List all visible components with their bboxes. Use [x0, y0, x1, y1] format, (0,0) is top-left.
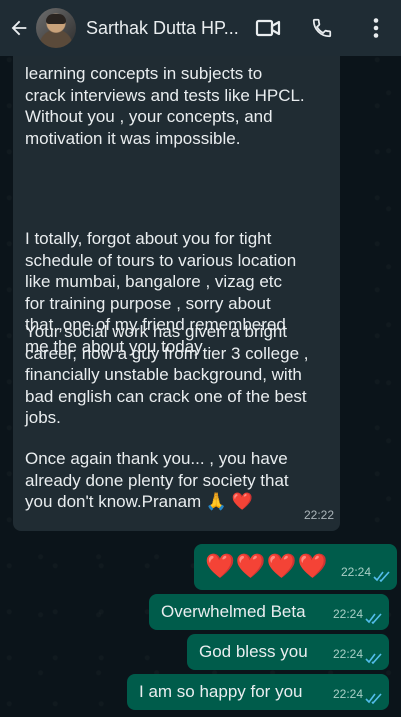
header-actions [255, 0, 401, 56]
outgoing-message[interactable]: I am so happy for you 22:24 [127, 674, 389, 710]
back-arrow-icon[interactable] [6, 15, 32, 41]
video-call-icon[interactable] [255, 15, 281, 41]
message-paragraph: Your social work has given a bright care… [25, 322, 309, 428]
phone-icon[interactable] [309, 15, 335, 41]
outgoing-message[interactable]: Overwhelmed Beta 22:24 [149, 594, 389, 630]
message-time: 22:24 [332, 607, 363, 622]
message-time: 22:22 [303, 508, 334, 523]
read-ticks-icon [373, 571, 390, 582]
read-ticks-icon [365, 693, 382, 704]
outgoing-message[interactable]: ❤️❤️❤️❤️ 22:24 [194, 544, 397, 590]
message-time: 22:24 [340, 565, 371, 580]
contact-name[interactable]: Sarthak Dutta HP... [86, 18, 256, 39]
outgoing-message[interactable]: God bless you 22:24 [187, 634, 389, 670]
message-time: 22:24 [332, 647, 363, 662]
message-text: ❤️❤️❤️❤️ [205, 553, 329, 580]
message-text: God bless you [199, 642, 308, 661]
message-text: I am so happy for you [139, 682, 303, 701]
read-ticks-icon [365, 613, 382, 624]
message-time: 22:24 [332, 687, 363, 702]
contact-avatar[interactable] [36, 8, 76, 48]
more-vert-icon[interactable] [363, 15, 389, 41]
message-paragraph: learning concepts in subjects to crack i… [25, 64, 305, 148]
read-ticks-icon [365, 653, 382, 664]
message-text: Overwhelmed Beta [161, 602, 306, 621]
message-paragraph: Once again thank you... , you have alrea… [25, 449, 289, 512]
chat-header: Sarthak Dutta HP... [0, 0, 401, 56]
incoming-message[interactable]: learning concepts in subjects to crack i… [13, 56, 340, 531]
